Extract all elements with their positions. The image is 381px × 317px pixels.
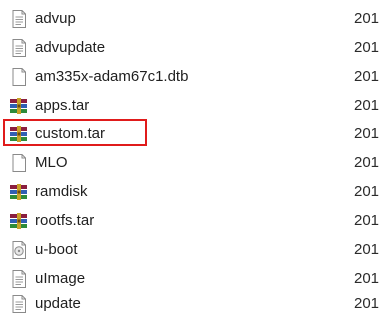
file-date-modified: 201 <box>354 212 380 229</box>
winrar-archive-icon <box>9 183 29 201</box>
file-row-advup[interactable]: advup 201 <box>0 6 381 32</box>
winrar-archive-icon <box>9 125 29 143</box>
disc-image-file-icon <box>9 241 29 259</box>
file-name: update <box>35 295 81 312</box>
file-name: custom.tar <box>35 125 106 142</box>
blank-file-icon <box>9 68 29 86</box>
text-document-icon <box>9 39 29 57</box>
text-document-icon <box>9 270 29 288</box>
file-name: ramdisk <box>35 183 88 200</box>
file-row-am335x-adam67c1-dtb[interactable]: am335x-adam67c1.dtb 201 <box>0 64 381 90</box>
file-row-advupdate[interactable]: advupdate 201 <box>0 35 381 61</box>
file-date-modified: 201 <box>354 183 380 200</box>
file-date-modified: 201 <box>354 10 380 27</box>
winrar-archive-icon <box>9 97 29 115</box>
file-date-modified: 201 <box>354 241 380 258</box>
file-name: MLO <box>35 154 68 171</box>
file-name: apps.tar <box>35 97 90 114</box>
file-date-modified: 201 <box>354 97 380 114</box>
file-name: advupdate <box>35 39 106 56</box>
file-date-modified: 201 <box>354 270 380 287</box>
text-document-icon <box>9 10 29 28</box>
file-date-modified: 201 <box>354 295 380 312</box>
file-row-uimage[interactable]: uImage 201 <box>0 266 381 292</box>
file-row-rootfs-tar[interactable]: rootfs.tar 201 <box>0 208 381 234</box>
text-document-icon <box>9 295 29 313</box>
file-list: advup 201 advupdate 201 am335x-adam67c1.… <box>0 0 381 317</box>
file-row-apps-tar[interactable]: apps.tar 201 <box>0 93 381 119</box>
file-row-u-boot[interactable]: u-boot 201 <box>0 237 381 263</box>
file-name: rootfs.tar <box>35 212 95 229</box>
file-row-update[interactable]: update 201 <box>0 291 381 317</box>
file-row-ramdisk[interactable]: ramdisk 201 <box>0 179 381 205</box>
blank-file-icon <box>9 154 29 172</box>
file-date-modified: 201 <box>354 68 380 85</box>
winrar-archive-icon <box>9 212 29 230</box>
file-row-mlo[interactable]: MLO 201 <box>0 150 381 176</box>
file-date-modified: 201 <box>354 154 380 171</box>
file-name: advup <box>35 10 76 27</box>
file-name: uImage <box>35 270 86 287</box>
file-row-custom-tar[interactable]: custom.tar 201 <box>0 119 381 147</box>
file-date-modified: 201 <box>354 39 380 56</box>
file-date-modified: 201 <box>354 125 380 142</box>
file-name: am335x-adam67c1.dtb <box>35 68 189 85</box>
file-name: u-boot <box>35 241 78 258</box>
